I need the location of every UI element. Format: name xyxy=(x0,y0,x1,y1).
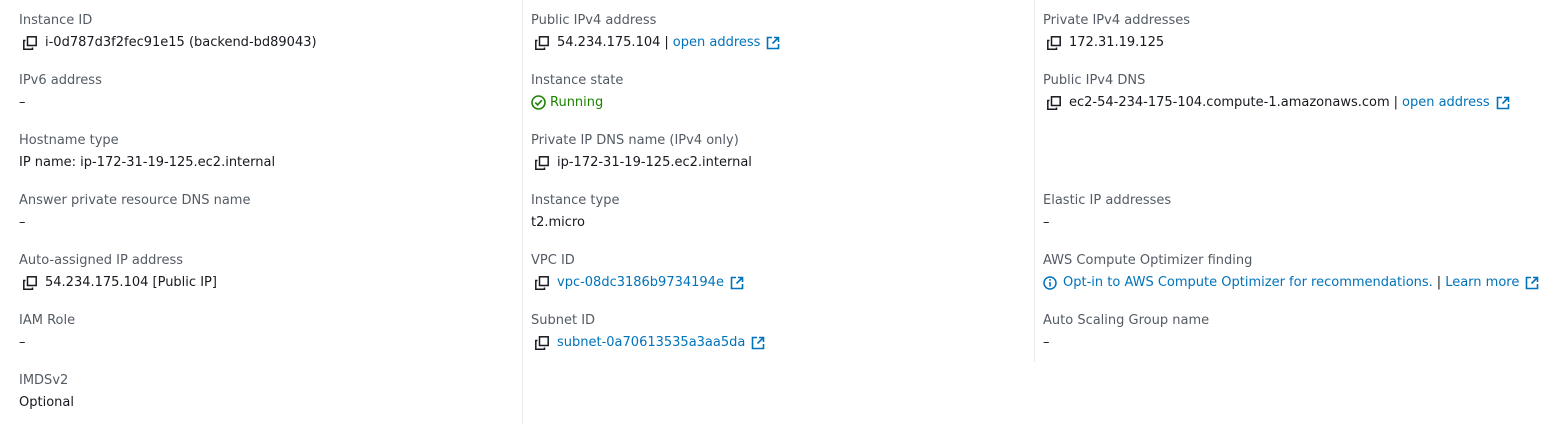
separator: | xyxy=(1393,94,1399,110)
asg-field: Auto Scaling Group name – xyxy=(1043,313,1209,351)
hostname-type-label: Hostname type xyxy=(19,133,119,148)
ipv6-label: IPv6 address xyxy=(19,73,102,88)
copy-icon[interactable] xyxy=(535,155,549,170)
optimizer-opt-in-link[interactable]: Opt-in to AWS Compute Optimizer for reco… xyxy=(1063,275,1433,291)
instance-type-value: t2.micro xyxy=(531,214,585,230)
instance-state-field: Instance state Running xyxy=(531,73,623,111)
auto-ip-label: Auto-assigned IP address xyxy=(19,253,183,268)
iam-role-label: IAM Role xyxy=(19,313,76,328)
copy-icon[interactable] xyxy=(535,275,549,290)
optimizer-field: AWS Compute Optimizer finding Opt-in to … xyxy=(1043,253,1539,291)
learn-more-link[interactable]: Learn more xyxy=(1445,275,1519,291)
instance-type-label: Instance type xyxy=(531,193,620,208)
hostname-type-value: IP name: ip-172-31-19-125.ec2.internal xyxy=(19,154,276,170)
answer-dns-value: – xyxy=(19,214,26,230)
iam-role-field: IAM Role – xyxy=(19,313,75,351)
private-ipv4-field: Private IPv4 addresses 172.31.19.125 xyxy=(1043,13,1190,51)
instance-state-value: Running xyxy=(550,94,604,110)
copy-icon[interactable] xyxy=(535,335,549,350)
ipv6-value: – xyxy=(19,94,26,110)
elastic-ip-label: Elastic IP addresses xyxy=(1043,193,1172,208)
separator: | xyxy=(664,34,669,50)
separator: | xyxy=(1436,274,1442,290)
instance-id-field: Instance ID i-0d787d3f2fec91e15 (backend… xyxy=(19,13,317,51)
instance-type-field: Instance type t2.micro xyxy=(531,193,619,231)
external-link-icon[interactable] xyxy=(766,36,780,50)
elastic-ip-value: – xyxy=(1043,214,1050,230)
asg-label: Auto Scaling Group name xyxy=(1043,313,1210,328)
copy-icon[interactable] xyxy=(23,35,37,50)
vpc-id-link[interactable]: vpc-08dc3186b9734194e xyxy=(557,275,724,291)
external-link-icon[interactable] xyxy=(751,336,765,350)
status-check-icon xyxy=(531,95,546,110)
auto-ip-value: 54.234.175.104 [Public IP] xyxy=(45,274,217,290)
iam-role-value: – xyxy=(19,334,26,350)
public-ipv4-value: 54.234.175.104 xyxy=(557,34,661,50)
private-dns-field: Private IP DNS name (IPv4 only) ip-172-3… xyxy=(531,133,752,171)
external-link-icon[interactable] xyxy=(1496,96,1510,110)
answer-dns-label: Answer private resource DNS name xyxy=(19,193,251,208)
public-ipv4-field: Public IPv4 address 54.234.175.104 | ope… xyxy=(531,13,780,51)
private-dns-label: Private IP DNS name (IPv4 only) xyxy=(531,133,739,148)
public-dns-value: ec2-54-234-175-104.compute-1.amazonaws.c… xyxy=(1069,94,1390,110)
public-dns-label: Public IPv4 DNS xyxy=(1043,73,1146,88)
vpc-id-field: VPC ID vpc-08dc3186b9734194e xyxy=(531,253,744,291)
open-address-link[interactable]: open address xyxy=(673,35,761,51)
subnet-id-link[interactable]: subnet-0a70613535a3aa5da xyxy=(557,335,745,351)
private-dns-value: ip-172-31-19-125.ec2.internal xyxy=(557,154,752,170)
details-column-1: Instance ID i-0d787d3f2fec91e15 (backend… xyxy=(0,0,522,424)
public-ipv4-label: Public IPv4 address xyxy=(531,13,657,28)
external-link-icon[interactable] xyxy=(730,276,744,290)
instance-id-value: i-0d787d3f2fec91e15 (backend-bd89043) xyxy=(45,34,317,50)
ipv6-field: IPv6 address – xyxy=(19,73,102,111)
optimizer-label: AWS Compute Optimizer finding xyxy=(1043,253,1253,268)
imdsv2-field: IMDSv2 Optional xyxy=(19,373,74,411)
imdsv2-label: IMDSv2 xyxy=(19,373,69,388)
copy-icon[interactable] xyxy=(535,35,549,50)
copy-icon[interactable] xyxy=(1047,35,1061,50)
subnet-id-label: Subnet ID xyxy=(531,313,596,328)
public-dns-field: Public IPv4 DNS ec2-54-234-175-104.compu… xyxy=(1043,73,1510,111)
open-address-link[interactable]: open address xyxy=(1402,95,1490,111)
details-column-3: Private IPv4 addresses 172.31.19.125 Pub… xyxy=(1034,0,1553,362)
instance-details-grid: Instance ID i-0d787d3f2fec91e15 (backend… xyxy=(0,0,1562,424)
info-icon xyxy=(1043,275,1057,290)
external-link-icon[interactable] xyxy=(1525,276,1539,290)
copy-icon[interactable] xyxy=(23,275,37,290)
private-ipv4-label: Private IPv4 addresses xyxy=(1043,13,1191,28)
instance-id-label: Instance ID xyxy=(19,13,93,28)
details-column-2: Public IPv4 address 54.234.175.104 | ope… xyxy=(522,0,1035,424)
hostname-type-field: Hostname type IP name: ip-172-31-19-125.… xyxy=(19,133,275,171)
elastic-ip-field: Elastic IP addresses – xyxy=(1043,193,1171,231)
answer-dns-field: Answer private resource DNS name – xyxy=(19,193,250,231)
instance-state-label: Instance state xyxy=(531,73,624,88)
vpc-id-label: VPC ID xyxy=(531,253,575,268)
imdsv2-value: Optional xyxy=(19,394,74,410)
subnet-id-field: Subnet ID subnet-0a70613535a3aa5da xyxy=(531,313,765,351)
private-ipv4-value: 172.31.19.125 xyxy=(1069,34,1165,50)
copy-icon[interactable] xyxy=(1047,95,1061,110)
auto-ip-field: Auto-assigned IP address 54.234.175.104 … xyxy=(19,253,217,291)
asg-value: – xyxy=(1043,334,1050,350)
